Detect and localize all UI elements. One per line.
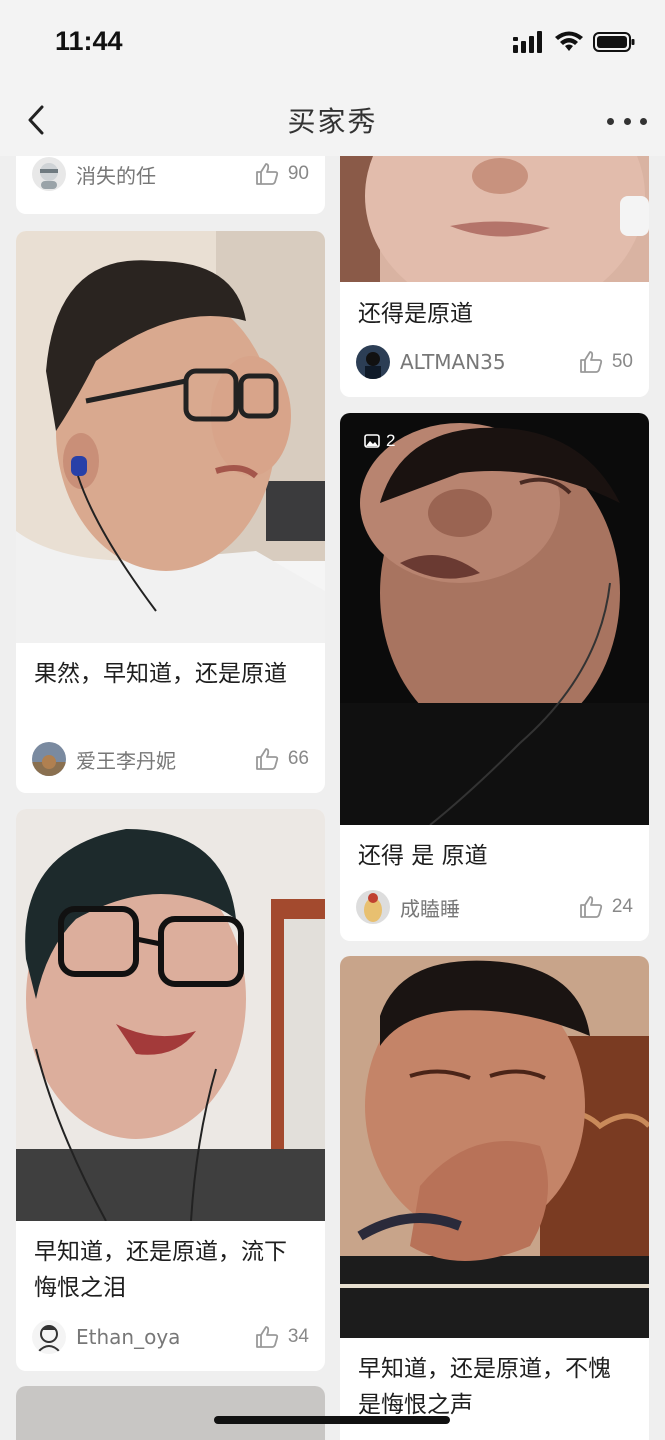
username[interactable]: ALTMAN35 <box>400 350 578 374</box>
post-card[interactable]: 消失的任 90 <box>16 156 325 214</box>
post-photo[interactable] <box>340 956 649 1338</box>
dot-icon <box>607 117 614 125</box>
image-icon <box>364 434 380 448</box>
post-meta: ALTMAN35 50 <box>356 344 633 380</box>
avatar[interactable] <box>356 345 390 379</box>
like-count: 66 <box>287 748 309 769</box>
avatar[interactable] <box>32 742 66 776</box>
wifi-icon <box>555 31 583 51</box>
avatar[interactable] <box>356 890 390 924</box>
post-photo[interactable] <box>16 809 325 1221</box>
post-meta: Ethan_oya 34 <box>32 1319 309 1355</box>
thumbs-up-icon[interactable] <box>254 746 280 772</box>
post-caption: 果然，早知道，还是原道 <box>34 661 287 687</box>
username[interactable]: 成瞌睡 <box>400 893 578 922</box>
feed: 消失的任 90 果然，早知道，还是原道 爱王李丹妮 66 早知道，还是原道，流下… <box>0 156 665 1440</box>
post-meta: 成瞌睡 24 <box>356 889 633 925</box>
page-title: 买家秀 <box>287 105 378 138</box>
dot-icon <box>640 117 647 125</box>
battery-icon <box>593 32 635 52</box>
thumbs-up-icon[interactable] <box>254 161 280 187</box>
image-count-badge: 2 <box>364 431 395 451</box>
status-bar: 11:44 <box>0 0 665 88</box>
username[interactable]: Ethan_oya <box>76 1325 254 1349</box>
post-card[interactable]: 2 还得 是 原道 成瞌睡 24 <box>340 413 649 941</box>
thumbs-up-icon[interactable] <box>254 1324 280 1350</box>
post-card[interactable]: 果然，早知道，还是原道 爱王李丹妮 66 <box>16 231 325 793</box>
post-photo[interactable] <box>16 1386 325 1440</box>
post-caption: 早知道，还是原道，不愧是悔恨之声 <box>358 1356 611 1418</box>
post-photo[interactable] <box>340 156 649 282</box>
thumbs-up-icon[interactable] <box>578 349 604 375</box>
like-count: 50 <box>611 351 633 372</box>
home-indicator <box>214 1416 450 1424</box>
status-icons <box>513 30 635 54</box>
avatar[interactable] <box>32 157 66 191</box>
like-count: 90 <box>287 163 309 184</box>
post-card[interactable]: 早知道，还是原道，流下悔恨之泪 Ethan_oya 34 <box>16 809 325 1371</box>
post-photo[interactable]: 2 <box>340 413 649 825</box>
username[interactable]: 消失的任 <box>76 160 254 189</box>
username[interactable]: 爱王李丹妮 <box>76 745 254 774</box>
image-count: 2 <box>386 431 396 450</box>
like-count: 34 <box>287 1326 309 1347</box>
dot-icon <box>623 117 631 125</box>
post-caption: 还得是原道 <box>358 301 473 327</box>
status-time: 11:44 <box>55 26 123 56</box>
signal-icon <box>513 31 542 53</box>
post-caption: 早知道，还是原道，流下悔恨之泪 <box>34 1239 287 1301</box>
nav-bar: 买家秀 <box>0 88 665 156</box>
more-button[interactable] <box>607 106 647 136</box>
avatar[interactable] <box>32 1320 66 1354</box>
thumbs-up-icon[interactable] <box>578 894 604 920</box>
post-meta: 消失的任 90 <box>32 156 309 192</box>
post-caption: 还得 是 原道 <box>358 843 488 869</box>
post-photo[interactable] <box>16 231 325 643</box>
like-count: 24 <box>611 896 633 917</box>
post-card[interactable]: 早知道，还是原道，不愧是悔恨之声 <box>340 956 649 1440</box>
post-card[interactable] <box>16 1386 325 1440</box>
post-meta: 爱王李丹妮 66 <box>32 741 309 777</box>
post-card[interactable]: 还得是原道 ALTMAN35 50 <box>340 156 649 397</box>
